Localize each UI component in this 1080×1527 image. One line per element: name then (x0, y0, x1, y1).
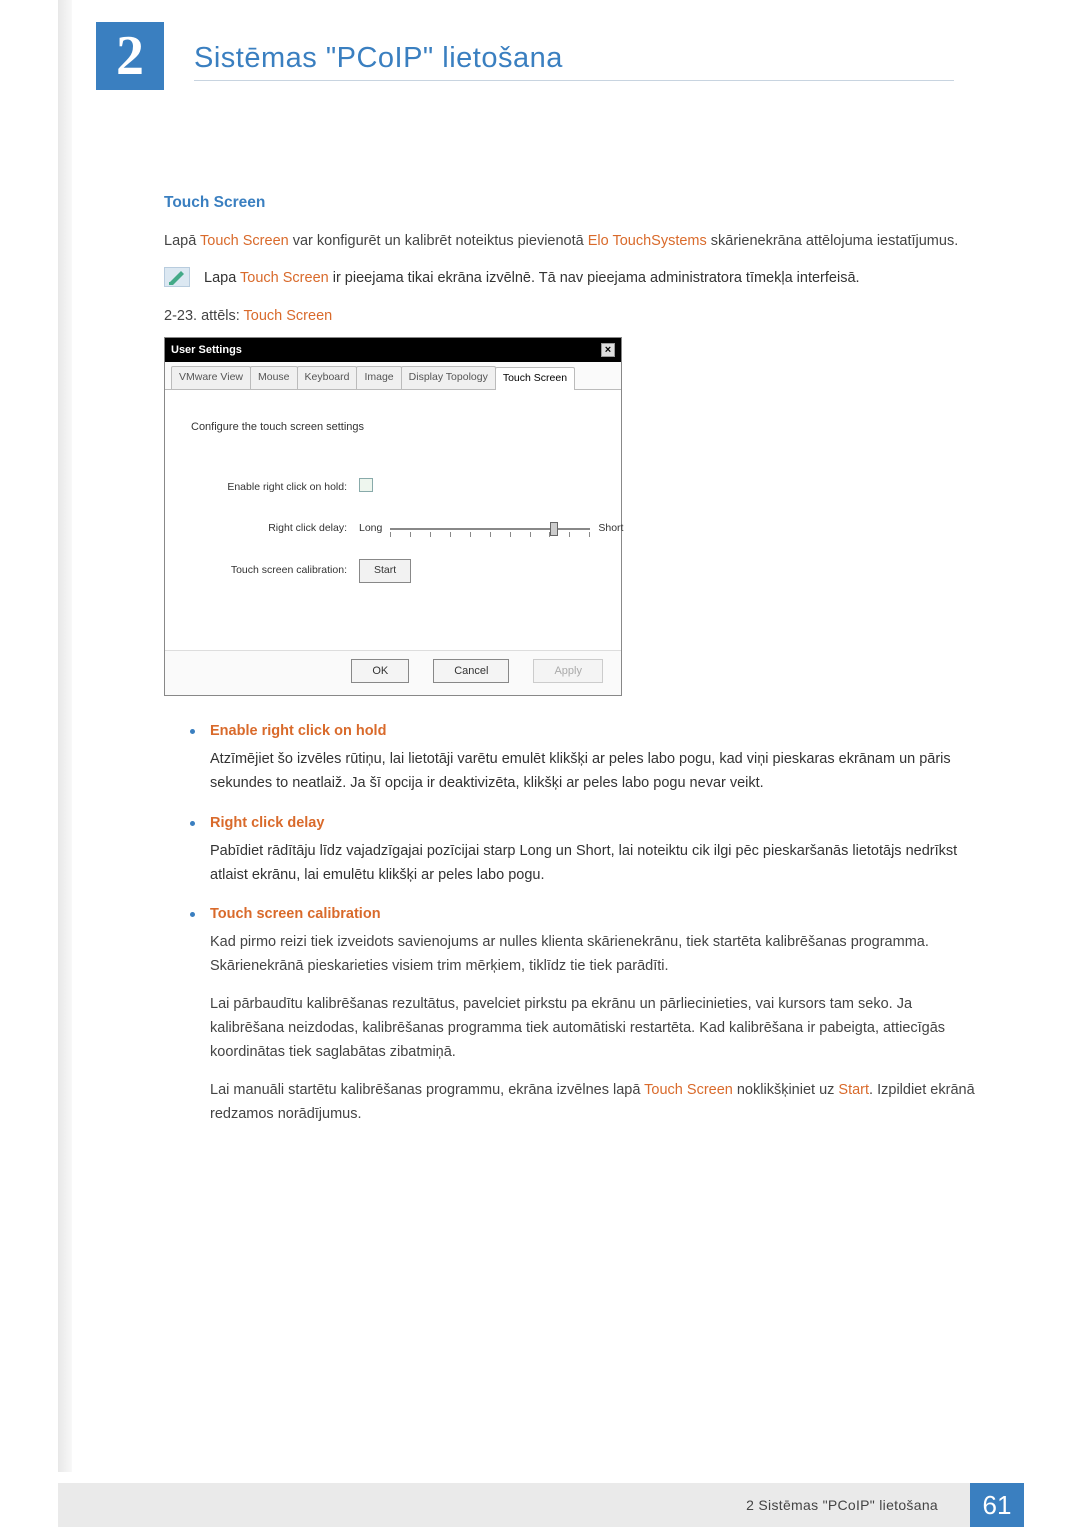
calibration-label: Touch screen calibration: (191, 562, 359, 579)
section-title: Touch Screen (164, 190, 980, 216)
text: noklikšķiniet uz (733, 1082, 839, 1098)
button-row: OK Cancel Apply (165, 650, 621, 695)
tab-body: Configure the touch screen settings Enab… (165, 390, 621, 650)
figure-caption: 2-23. attēls: Touch Screen (164, 305, 980, 329)
cancel-button[interactable]: Cancel (433, 659, 509, 683)
footer: 2 Sistēmas "PCoIP" lietošana 61 (58, 1483, 1024, 1527)
bullet-title: Right click delay (210, 812, 980, 836)
delay-slider[interactable] (390, 522, 590, 536)
close-icon[interactable]: × (601, 343, 615, 357)
bullet-text: Lai pārbaudītu kalibrēšanas rezultātus, … (210, 993, 980, 1065)
delay-label: Right click delay: (191, 520, 359, 537)
text: ir pieejama tikai ekrāna izvēlnē. Tā nav… (329, 270, 860, 286)
tab-mouse[interactable]: Mouse (250, 366, 298, 388)
touch-screen-link: Touch Screen (200, 233, 289, 249)
bullet-text: Lai manuāli startētu kalibrēšanas progra… (210, 1079, 980, 1127)
bullet-text: Pabīdiet rādītāju līdz vajadzīgajai pozī… (210, 843, 957, 883)
text: 2-23. attēls: (164, 308, 244, 324)
touch-screen-link: Touch Screen (240, 270, 329, 286)
start-link: Start (838, 1082, 869, 1098)
bullet-text: Kad pirmo reizi tiek izveidots savienoju… (210, 931, 980, 979)
enable-label: Enable right click on hold: (191, 479, 359, 496)
chapter-number-badge: 2 (96, 22, 164, 90)
footer-text: 2 Sistēmas "PCoIP" lietošana (746, 1497, 938, 1513)
bullet-list: Enable right click on hold Atzīmējiet šo… (190, 720, 980, 1127)
bullet-title: Touch screen calibration (210, 903, 980, 927)
tab-display-topology[interactable]: Display Topology (401, 366, 496, 388)
touch-screen-link: Touch Screen (244, 308, 333, 324)
text: Lapa (204, 270, 240, 286)
list-item: Touch screen calibration Kad pirmo reizi… (190, 903, 980, 1126)
bullet-title: Enable right click on hold (210, 720, 980, 744)
text: Lai manuāli startētu kalibrēšanas progra… (210, 1082, 644, 1098)
intro-paragraph: Lapā Touch Screen var konfigurēt un kali… (164, 230, 980, 254)
window-title: User Settings (171, 341, 242, 359)
note-row: Lapa Touch Screen ir pieejama tikai ekrā… (164, 267, 980, 291)
chapter-underline (194, 80, 954, 81)
text: var konfigurēt un kalibrēt noteiktus pie… (289, 233, 588, 249)
tab-touch-screen[interactable]: Touch Screen (495, 367, 575, 389)
short-label: Short (598, 520, 623, 537)
long-label: Long (359, 520, 382, 537)
text: skārienekrāna attēlojuma iestatījumus. (707, 233, 958, 249)
settings-heading: Configure the touch screen settings (191, 418, 595, 436)
note-icon (164, 267, 190, 287)
left-margin-rail (58, 0, 72, 1472)
bullet-text: Atzīmējiet šo izvēles rūtiņu, lai lietot… (210, 751, 951, 791)
elo-touchsystems-link: Elo TouchSystems (588, 233, 707, 249)
list-item: Right click delay Pabīdiet rādītāju līdz… (190, 812, 980, 888)
tab-keyboard[interactable]: Keyboard (297, 366, 358, 388)
touch-screen-link: Touch Screen (644, 1082, 733, 1098)
ok-button[interactable]: OK (351, 659, 409, 683)
window-titlebar: User Settings × (165, 338, 621, 362)
tab-bar: VMware View Mouse Keyboard Image Display… (165, 362, 621, 389)
chapter-title: Sistēmas "PCoIP" lietošana (194, 42, 563, 75)
page-number: 61 (970, 1483, 1024, 1527)
start-button[interactable]: Start (359, 559, 411, 582)
enable-checkbox[interactable] (359, 478, 373, 492)
tab-image[interactable]: Image (356, 366, 401, 388)
text: Lapā (164, 233, 200, 249)
screenshot-user-settings: User Settings × VMware View Mouse Keyboa… (164, 337, 622, 696)
note-text: Lapa Touch Screen ir pieejama tikai ekrā… (204, 267, 860, 291)
apply-button[interactable]: Apply (533, 659, 603, 683)
list-item: Enable right click on hold Atzīmējiet šo… (190, 720, 980, 796)
tab-vmware-view[interactable]: VMware View (171, 366, 251, 388)
